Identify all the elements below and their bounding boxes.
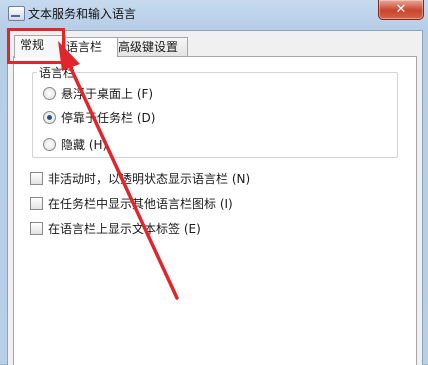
- annotation-arrowhead: [58, 41, 80, 71]
- annotation-arrow: [58, 41, 179, 300]
- annotation-arrow-shaft: [66, 60, 179, 300]
